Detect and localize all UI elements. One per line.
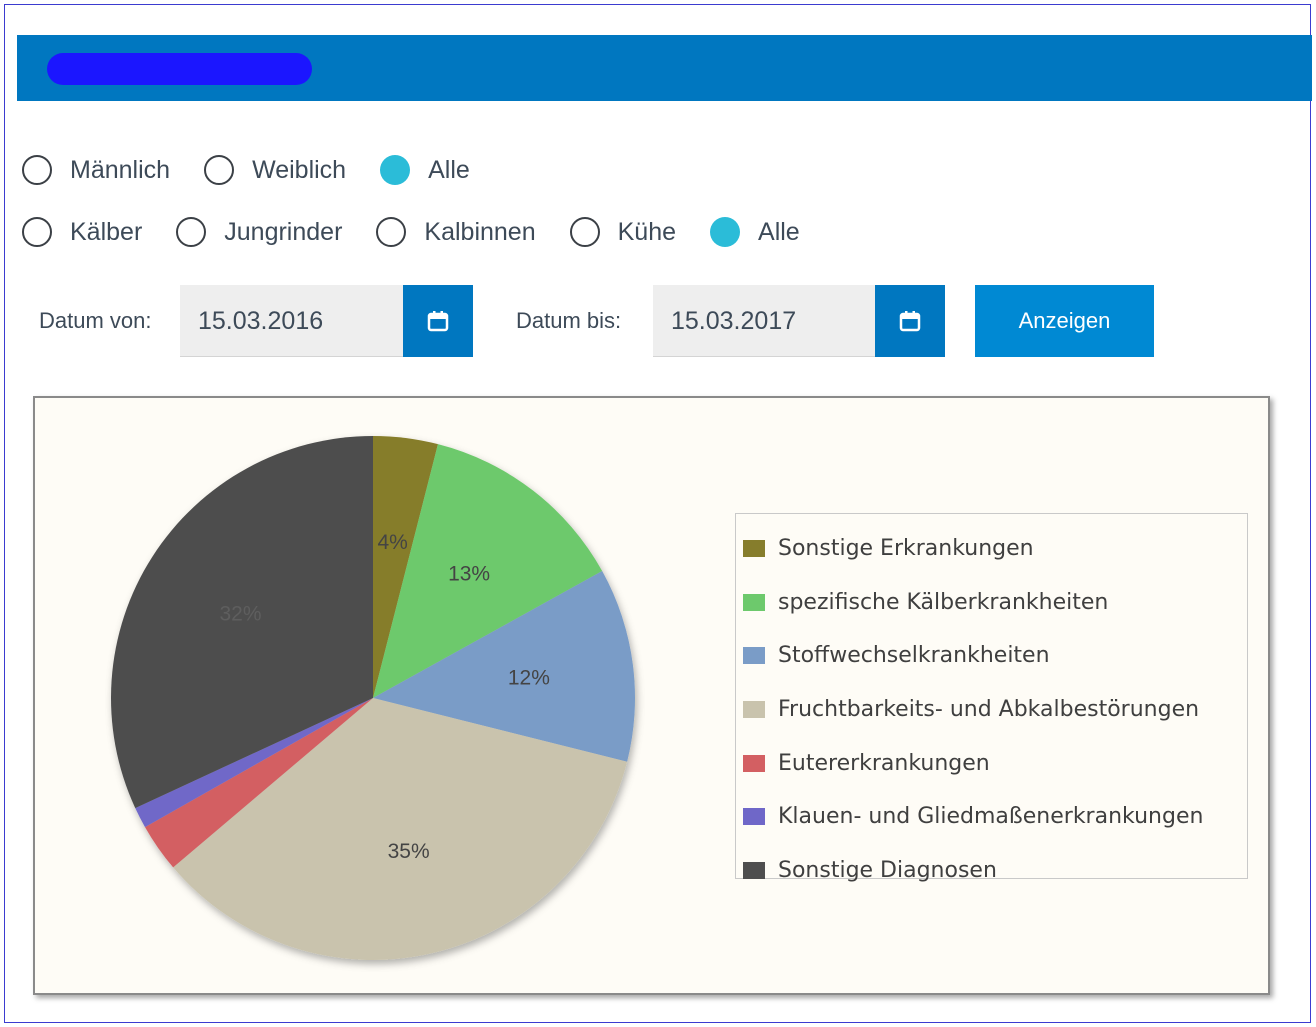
radio-button[interactable] xyxy=(176,217,207,247)
pie-data-label: 32% xyxy=(220,602,262,625)
date-to-input[interactable]: 15.03.2017 xyxy=(653,285,875,357)
radio-option-maennlich[interactable]: Männlich xyxy=(22,155,170,185)
legend-item: Eutererkrankungen xyxy=(736,736,1247,790)
radio-button-selected[interactable] xyxy=(380,155,411,185)
legend-swatch xyxy=(743,701,765,719)
date-to-label: Datum bis: xyxy=(516,308,622,333)
radio-button[interactable] xyxy=(22,155,52,185)
legend-swatch xyxy=(743,808,765,826)
gender-filter: Männlich Weiblich Alle xyxy=(22,155,504,185)
radio-button[interactable] xyxy=(376,217,407,247)
calendar-icon xyxy=(427,311,449,332)
legend-label: spezifische Kälberkrankheiten xyxy=(778,589,1109,615)
radio-option-alle-category[interactable]: Alle xyxy=(710,217,800,247)
legend-swatch xyxy=(743,593,765,611)
legend-swatch xyxy=(743,754,765,772)
radio-button[interactable] xyxy=(22,217,52,247)
legend-item: Klauen- und Gliedmaßenerkrankungen xyxy=(736,790,1247,844)
radio-option-kaelber[interactable]: Kälber xyxy=(22,217,142,247)
radio-button[interactable] xyxy=(569,217,600,247)
radio-option-kuehe[interactable]: Kühe xyxy=(569,217,677,247)
pie-data-label: 13% xyxy=(448,563,490,586)
calendar-icon xyxy=(899,311,921,332)
radio-label: Weiblich xyxy=(252,155,347,184)
pie-data-label: 12% xyxy=(508,667,550,690)
header-bar xyxy=(17,35,1312,101)
chart-panel: 4% 13% 12% 35% 32% Sonstige Erkrankungen spez… xyxy=(33,396,1270,995)
radio-label: Männlich xyxy=(70,155,171,184)
date-to-calendar-button[interactable] xyxy=(875,285,945,357)
radio-label: Alle xyxy=(428,155,470,184)
chart-legend: Sonstige Erkrankungen spezifische Kälberk… xyxy=(735,513,1248,883)
legend-swatch xyxy=(743,861,765,879)
header-title xyxy=(47,53,312,85)
legend-item: Stoffwechselkrankheiten xyxy=(736,629,1247,683)
radio-option-jungrinder[interactable]: Jungrinder xyxy=(176,217,342,247)
legend-item: Sonstige Erkrankungen xyxy=(736,522,1247,576)
radio-option-kalbinnen[interactable]: Kalbinnen xyxy=(376,217,536,247)
legend-label: Stoffwechselkrankheiten xyxy=(778,643,1050,669)
pie-data-label: 4% xyxy=(377,531,407,554)
legend-item: spezifische Kälberkrankheiten xyxy=(736,576,1247,630)
radio-label: Kalbinnen xyxy=(424,217,536,246)
date-range-row: Datum von: 15.03.2016 Datum bis: 15.03.2… xyxy=(0,285,1316,359)
date-from-label: Datum von: xyxy=(39,308,152,333)
legend-label: Sonstige Diagnosen xyxy=(778,857,997,883)
legend-swatch xyxy=(743,647,765,665)
radio-label: Alle xyxy=(758,217,800,246)
show-button[interactable]: Anzeigen xyxy=(975,285,1154,357)
date-from-calendar-button[interactable] xyxy=(403,285,473,357)
legend-item: Fruchtbarkeits- und Abkalbestörungen xyxy=(736,683,1247,737)
legend-swatch xyxy=(743,540,765,558)
radio-option-weiblich[interactable]: Weiblich xyxy=(204,155,346,185)
radio-label: Jungrinder xyxy=(224,217,343,246)
category-filter: Kälber Jungrinder Kalbinnen Kühe Alle xyxy=(22,217,834,247)
pie-data-label: 35% xyxy=(388,840,430,863)
radio-label: Kühe xyxy=(617,217,677,246)
legend-label: Sonstige Erkrankungen xyxy=(778,536,1034,562)
legend-label: Fruchtbarkeits- und Abkalbestörungen xyxy=(778,697,1200,723)
radio-button[interactable] xyxy=(204,155,235,185)
legend-label: Eutererkrankungen xyxy=(778,750,990,776)
radio-button-selected[interactable] xyxy=(710,217,741,247)
legend-item: Sonstige Diagnosen xyxy=(736,844,1247,898)
radio-option-alle-gender[interactable]: Alle xyxy=(380,155,470,185)
legend-label: Klauen- und Gliedmaßenerkrankungen xyxy=(778,804,1204,830)
date-from-input[interactable]: 15.03.2016 xyxy=(180,285,403,357)
radio-label: Kälber xyxy=(70,217,143,246)
